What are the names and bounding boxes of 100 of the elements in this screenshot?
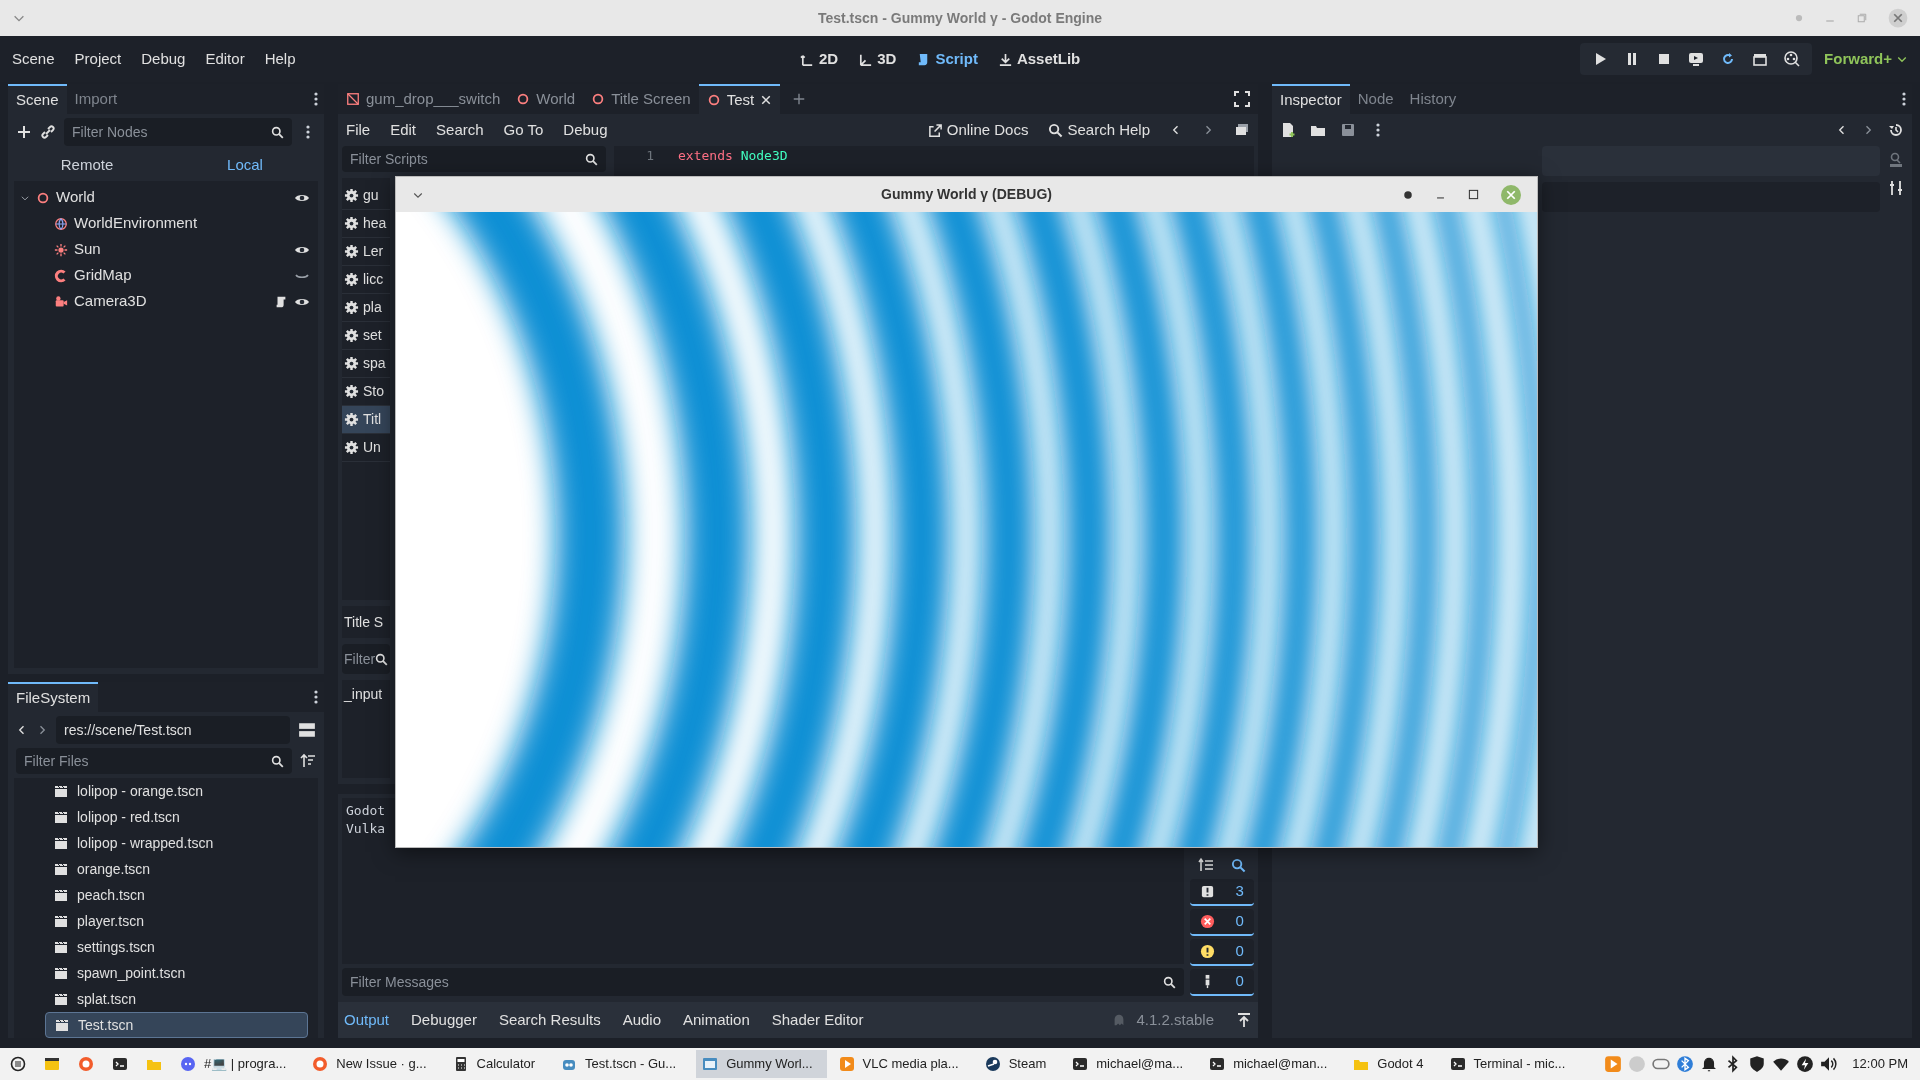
script-item[interactable]: pla [342,294,390,322]
menu-item[interactable]: Search [436,118,484,142]
filter-toggle[interactable]: 0 [1190,939,1254,966]
filesystem-entry[interactable]: spawn_point.tscn [45,960,308,986]
panel-tab[interactable]: Node [1349,84,1402,114]
save-icon[interactable] [1340,122,1356,138]
panel-tab[interactable]: Inspector [1272,84,1350,114]
filter-toggle[interactable]: 0 [1190,969,1254,996]
taskbar-item[interactable]: VLC media pla... [832,1050,973,1078]
filesystem-entry[interactable]: splat.tscn [45,986,308,1012]
script-item[interactable]: Titl [342,406,390,434]
editor-tab[interactable]: Test [698,84,781,114]
new-resource-icon[interactable] [1280,122,1296,138]
panel-tab[interactable]: FileSystem [8,682,99,712]
bottom-panel-tab[interactable]: Audio [622,1008,661,1032]
editor-tab[interactable]: World [508,84,584,114]
menu-item[interactable]: Editor [205,47,245,71]
bottom-panel-tab[interactable]: Search Results [498,1008,601,1032]
add-tab-icon[interactable] [792,92,807,106]
taskbar-item[interactable]: Calculator [446,1050,550,1078]
bottom-panel-tab[interactable]: Shader Editor [771,1008,864,1032]
script-item[interactable]: gu [342,182,390,210]
expand-panel-icon[interactable] [1236,1012,1252,1028]
online-docs-button[interactable]: Online Docs [927,118,1029,142]
search-help-button[interactable]: Search Help [1048,118,1150,142]
script-item[interactable]: Ler [342,238,390,266]
history-icon[interactable] [1888,122,1904,138]
close-icon[interactable] [1888,8,1908,28]
film-reel-icon[interactable] [1784,51,1801,67]
menu-item[interactable]: Debug [141,47,186,71]
filesystem-entry[interactable]: settings.tscn [45,934,308,960]
filter-methods-field[interactable]: Filter [342,644,390,674]
taskbar-item[interactable]: michael@man... [1203,1050,1342,1078]
node-label[interactable]: WorldEnvironment [74,212,198,235]
panel-tab[interactable]: Scene [8,84,67,114]
bottom-panel-tab[interactable]: Debugger [411,1008,477,1032]
tools-icon[interactable] [1888,180,1904,196]
script-item[interactable]: set [342,322,390,350]
taskbar-item[interactable]: Steam [978,1050,1061,1078]
node-label[interactable]: Sun [74,238,101,261]
menu-item[interactable]: Edit [390,118,417,142]
path-field[interactable]: res://scene/Test.tscn [56,716,290,744]
split-view-icon[interactable] [298,721,316,739]
node-label[interactable]: Camera3D [74,290,147,313]
taskbar-item[interactable]: #💻 | progra... [174,1050,301,1078]
bottom-panel-tab[interactable]: Animation [683,1008,750,1032]
taskbar-item[interactable]: Test.tscn - Gu... [555,1050,691,1078]
clapperboard-icon[interactable] [1752,51,1769,67]
panel-tab[interactable]: History [1401,84,1465,114]
volume-icon[interactable] [1820,1055,1839,1073]
taskbar-item[interactable]: Godot 4 [1347,1050,1438,1078]
filesystem-entry[interactable]: peach.tscn [45,882,308,908]
workspace-tab[interactable]: Script [916,47,978,71]
script-icon[interactable] [274,294,288,309]
workspace-tab[interactable]: 2D [800,47,839,71]
filesystem-entry[interactable]: lolipop - orange.tscn [45,778,308,804]
workspace-tab[interactable]: 3D [858,47,897,71]
doc-search-icon[interactable] [1888,152,1904,168]
windows-icon[interactable] [1234,122,1250,138]
filesystem-entry[interactable]: Test.tscn [45,1012,308,1038]
shield-icon[interactable] [1748,1055,1767,1073]
node-label[interactable]: World [56,186,95,209]
renderer-dropdown[interactable]: Forward+ [1824,47,1908,71]
script-item[interactable]: Un [342,434,390,462]
menu-item[interactable]: Go To [503,118,544,142]
script-item[interactable]: licc [342,266,390,294]
filter-toggle[interactable]: 3 [1190,879,1254,906]
bottom-panel-tab[interactable]: Output [344,1008,390,1032]
editor-tab[interactable]: Title Screen [583,84,699,114]
taskbar-item[interactable]: michael@ma... [1066,1050,1198,1078]
taskbar-item[interactable]: Terminal - mic... [1443,1050,1580,1078]
search-icon[interactable] [1230,857,1246,873]
dot-icon[interactable] [1403,189,1413,200]
fullscreen-icon[interactable] [1234,91,1250,107]
filter-messages-field[interactable]: Filter Messages [342,968,1184,996]
clock[interactable]: 12:00 PM [1844,1054,1916,1074]
menu-item[interactable]: Project [74,47,122,71]
workspace-tab[interactable]: AssetLib [997,47,1081,71]
filter-nodes-field[interactable]: Filter Nodes [64,118,292,146]
method-item[interactable]: _input [344,684,388,705]
menu-item[interactable]: Scene [12,47,55,71]
dot-icon[interactable] [1794,13,1804,23]
maximize-icon[interactable] [1468,189,1479,200]
editor-tab[interactable]: gum_drop___switch [338,84,509,114]
add-icon[interactable] [16,124,32,140]
filesystem-entry[interactable]: player.tscn [45,908,308,934]
bell-icon[interactable] [1700,1055,1719,1073]
panel-tab[interactable]: Import [66,84,126,114]
menu-item[interactable]: File [346,118,371,142]
menu-item[interactable]: Debug [563,118,608,142]
script-item[interactable]: spa [342,350,390,378]
collapse-icon[interactable] [1198,857,1215,873]
filesystem-entry[interactable]: lolipop - red.tscn [45,804,308,830]
filter-files-field[interactable]: Filter Files [16,748,292,774]
sort-icon[interactable] [300,753,316,769]
filesystem-entry[interactable]: orange.tscn [45,856,308,882]
mode-toggle[interactable]: Local [166,150,324,181]
link-icon[interactable] [40,124,56,140]
filesystem-entry[interactable]: lolipop - wrapped.tscn [45,830,308,856]
battery-icon[interactable] [1796,1055,1815,1073]
